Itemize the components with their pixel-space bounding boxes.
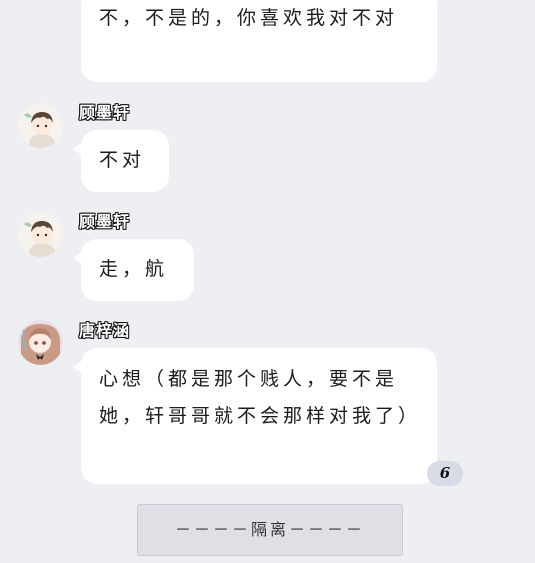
chat-area: 不，不是的，你喜欢我对不对 顾墨轩 不对 顾墨轩 走，航 唐梓涵 心想（都是那个… bbox=[0, 0, 535, 563]
separator-banner: －－－－隔离－－－－ bbox=[137, 504, 403, 556]
message-bubble[interactable]: 走，航 bbox=[81, 239, 194, 301]
message-text: 不，不是的，你喜欢我对不对 bbox=[99, 7, 399, 29]
message-bubble[interactable]: 心想（都是那个贱人，要不是她，轩哥哥就不会那样对我了） bbox=[81, 348, 437, 484]
sender-avatar[interactable] bbox=[18, 212, 63, 257]
sender-name: 顾墨轩 bbox=[79, 103, 131, 122]
sender-avatar[interactable] bbox=[18, 103, 63, 148]
sender-avatar[interactable] bbox=[18, 320, 63, 365]
sender-name: 唐梓涵 bbox=[79, 321, 131, 340]
message-count-badge[interactable]: 6 bbox=[427, 461, 463, 486]
boy-avatar-icon bbox=[18, 103, 63, 148]
message-text: 走，航 bbox=[99, 258, 169, 280]
message-text: 心想（都是那个贱人，要不是她，轩哥哥就不会那样对我了） bbox=[99, 368, 422, 427]
message-bubble[interactable]: 不，不是的，你喜欢我对不对 bbox=[81, 0, 437, 82]
message-bubble[interactable]: 不对 bbox=[81, 130, 169, 192]
boy-avatar-icon bbox=[18, 212, 63, 257]
partial-avatar-edge bbox=[28, 0, 46, 2]
girl-avatar-icon bbox=[18, 320, 63, 365]
message-text: 不对 bbox=[99, 149, 146, 171]
sender-name: 顾墨轩 bbox=[79, 212, 131, 231]
